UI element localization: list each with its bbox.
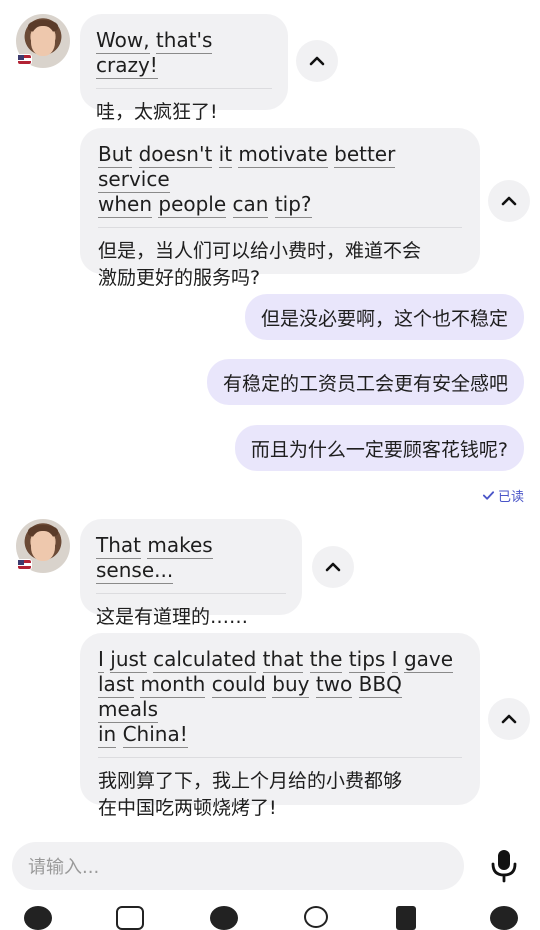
collapse-translation-button[interactable] — [312, 546, 354, 588]
divider — [96, 88, 272, 89]
nav-icon[interactable] — [396, 906, 416, 930]
chevron-up-icon — [325, 562, 341, 572]
word[interactable]: tips — [348, 647, 386, 673]
divider — [98, 227, 462, 228]
nav-icon[interactable] — [24, 906, 52, 930]
word[interactable]: tip? — [274, 192, 312, 218]
word[interactable]: That — [96, 533, 141, 559]
word[interactable]: two — [315, 672, 353, 698]
outgoing-message[interactable]: 而且为什么一定要顾客花钱呢? — [234, 425, 524, 471]
word[interactable]: people — [158, 192, 227, 218]
input-placeholder: 请输入... — [28, 857, 100, 878]
word[interactable]: buy — [272, 672, 310, 698]
microphone-icon[interactable] — [488, 848, 520, 884]
word[interactable]: I — [391, 647, 398, 673]
word[interactable]: last — [98, 672, 135, 698]
nav-icon[interactable] — [116, 906, 144, 930]
collapse-translation-button[interactable] — [488, 698, 530, 740]
incoming-message-4[interactable]: I just calculated that the tips I gave l… — [80, 633, 480, 819]
message-english-text: But doesn't it motivate better service w… — [98, 142, 462, 218]
word[interactable]: service — [98, 167, 170, 193]
word[interactable]: it — [218, 142, 233, 168]
word[interactable]: China! — [122, 722, 188, 748]
word[interactable]: calculated — [153, 647, 257, 673]
message-english-text: That makes sense... — [96, 533, 286, 584]
word[interactable]: can — [232, 192, 269, 218]
checkmark-icon — [482, 491, 495, 500]
nav-icon[interactable] — [210, 906, 238, 930]
word[interactable]: makes — [147, 533, 213, 559]
incoming-message-1[interactable]: Wow, that's crazy! 哇，太疯狂了! — [80, 14, 288, 123]
translation-line: 但是，当人们可以给小费时，难道不会 — [98, 240, 422, 262]
word[interactable]: sense... — [96, 558, 174, 584]
word[interactable]: could — [211, 672, 266, 698]
word[interactable]: meals — [98, 697, 159, 723]
message-english-text: Wow, that's crazy! — [96, 28, 272, 79]
translation-line: 我刚算了下，我上个月给的小费都够 — [98, 770, 403, 792]
word[interactable]: just — [110, 647, 147, 673]
chevron-up-icon — [309, 56, 325, 66]
word[interactable]: that — [262, 647, 304, 673]
incoming-message-2[interactable]: But doesn't it motivate better service w… — [80, 128, 480, 289]
message-chinese-translation: 但是，当人们可以给小费时，难道不会 激励更好的服务吗? — [98, 238, 462, 292]
collapse-translation-button[interactable] — [296, 40, 338, 82]
message-chinese-translation: 我刚算了下，我上个月给的小费都够 在中国吃两顿烧烤了! — [98, 768, 462, 822]
translation-line: 在中国吃两顿烧烤了! — [98, 797, 277, 819]
word[interactable]: doesn't — [138, 142, 213, 168]
read-receipt: 已读 — [482, 486, 524, 505]
outgoing-message[interactable]: 有稳定的工资员工会更有安全感吧 — [206, 359, 524, 405]
message-chinese-translation: 哇，太疯狂了! — [96, 101, 218, 123]
word[interactable]: better — [334, 142, 396, 168]
message-chinese-translation: 这是有道理的…… — [96, 606, 249, 628]
word[interactable]: gave — [403, 647, 454, 673]
nav-icon[interactable] — [490, 906, 518, 930]
us-flag-icon — [18, 560, 31, 569]
word[interactable]: crazy! — [96, 53, 158, 79]
translation-line: 激励更好的服务吗? — [98, 267, 261, 289]
collapse-translation-button[interactable] — [488, 180, 530, 222]
read-status-text: 已读 — [497, 490, 524, 505]
word[interactable]: But — [98, 142, 133, 168]
word[interactable]: month — [140, 672, 206, 698]
message-input[interactable]: 请输入... — [12, 842, 464, 890]
message-english-text: I just calculated that the tips I gave l… — [98, 647, 462, 748]
word[interactable]: in — [98, 722, 117, 748]
word[interactable]: the — [309, 647, 343, 673]
divider — [98, 757, 462, 758]
word[interactable]: that's — [155, 28, 213, 54]
incoming-message-3[interactable]: That makes sense... 这是有道理的…… — [80, 519, 302, 628]
bottom-navigation — [0, 906, 540, 930]
chevron-up-icon — [501, 714, 517, 724]
us-flag-icon — [18, 55, 31, 64]
word[interactable]: when — [98, 192, 153, 218]
word[interactable]: BBQ — [358, 672, 402, 698]
word[interactable]: Wow, — [96, 28, 150, 54]
nav-icon[interactable] — [304, 906, 328, 928]
chevron-up-icon — [501, 196, 517, 206]
word[interactable]: motivate — [238, 142, 328, 168]
outgoing-message[interactable]: 但是没必要啊，这个也不稳定 — [244, 294, 524, 340]
word[interactable]: I — [98, 647, 104, 673]
divider — [96, 593, 286, 594]
